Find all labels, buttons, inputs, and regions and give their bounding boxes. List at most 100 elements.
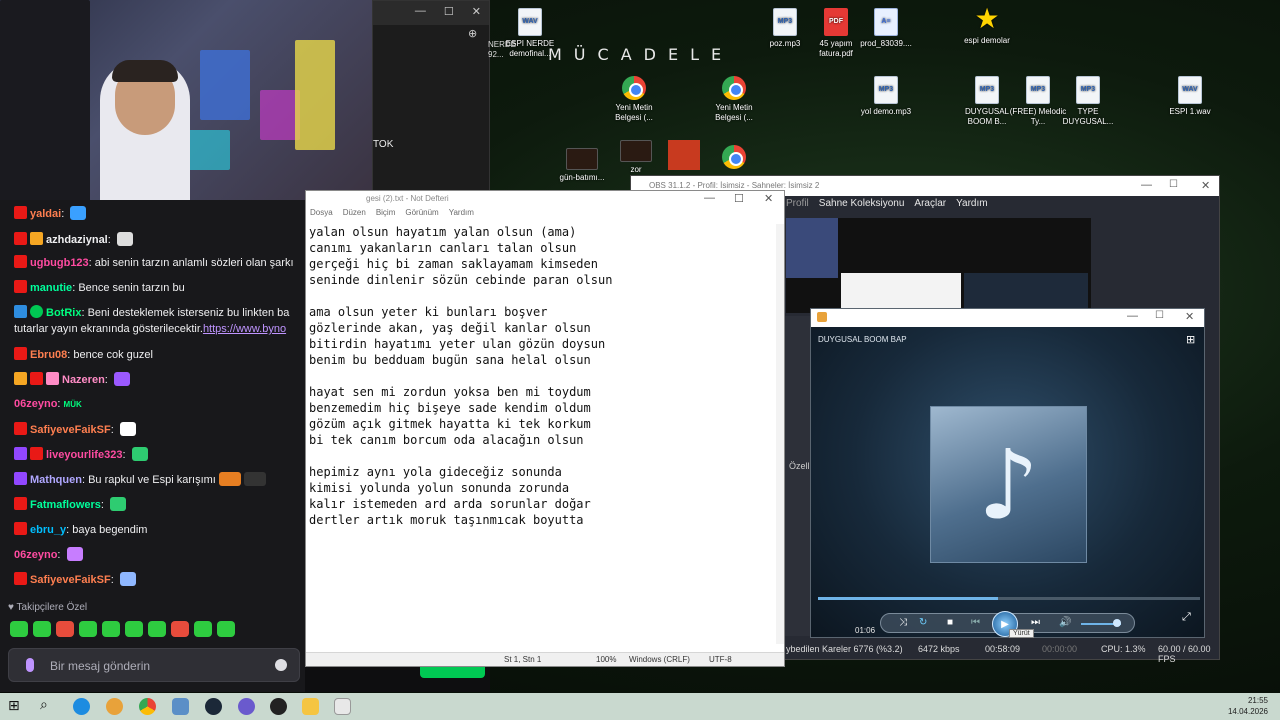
- red-thumbnail-icon[interactable]: [668, 140, 700, 170]
- emote-icon[interactable]: [33, 621, 51, 637]
- desktop-icon-espi-demolar[interactable]: ★ espi demolar: [955, 5, 1019, 46]
- close-icon[interactable]: ✕: [1185, 310, 1194, 323]
- background-window-titlebar: — ☐ ✕: [373, 1, 489, 25]
- emote-icon[interactable]: [171, 621, 189, 637]
- play-tooltip: Yürüt: [1009, 629, 1034, 638]
- notepad-text-area[interactable]: yalan olsun hayatım yalan olsun (ama) ca…: [309, 224, 779, 528]
- previous-icon[interactable]: ⏮: [971, 617, 980, 628]
- subscriber-badge-icon: [14, 206, 27, 219]
- text-line: canımı yakanların canları talan olsun: [309, 241, 577, 255]
- obs-preview[interactable]: [786, 218, 1091, 313]
- close-icon[interactable]: ✕: [764, 192, 773, 205]
- shuffle-icon[interactable]: ⤨: [899, 617, 907, 628]
- obs-taskbar-icon[interactable]: [270, 698, 287, 715]
- emote-icon: [243, 472, 266, 486]
- vertical-scrollbar[interactable]: [776, 224, 784, 644]
- text-line: gerçeği hiç bi zaman saklayamam kimseden: [309, 257, 598, 271]
- desktop-icon-prod[interactable]: A≡ prod_83039....: [854, 8, 918, 49]
- close-icon[interactable]: ✕: [1201, 179, 1210, 192]
- dropped-frames: ybedilen Kareler 6776 (%3.2): [786, 644, 903, 654]
- folder-icon[interactable]: [302, 698, 319, 715]
- minimize-icon[interactable]: —: [704, 192, 715, 204]
- menu-bicim[interactable]: Biçim: [376, 208, 396, 222]
- mp3-file-icon: MP3: [1026, 76, 1050, 104]
- volume-knob[interactable]: [1113, 619, 1121, 627]
- emote-icon[interactable]: [56, 621, 74, 637]
- maximize-icon[interactable]: ☐: [444, 5, 454, 21]
- menu-dosya[interactable]: Dosya: [310, 208, 333, 222]
- desktop-icon-yol-demo[interactable]: MP3 yol demo.mp3: [854, 76, 918, 117]
- chat-input[interactable]: Bir mesaj gönderin: [8, 648, 300, 682]
- menu-gorunum[interactable]: Görünüm: [405, 208, 438, 222]
- menu-sahne-koleksiyonu[interactable]: Sahne Koleksiyonu: [819, 198, 905, 214]
- emote-icon[interactable]: [10, 621, 28, 637]
- clock[interactable]: 21:55 14.04.2026: [1228, 695, 1268, 717]
- maximize-icon[interactable]: ☐: [1155, 310, 1164, 321]
- stop-icon[interactable]: ■: [947, 617, 953, 628]
- steam-icon[interactable]: [205, 698, 222, 715]
- chrome-shortcut[interactable]: [722, 145, 746, 169]
- desktop-icon-label: Yeni Metin Belgesi (...: [715, 103, 753, 122]
- microphone-icon[interactable]: [26, 658, 34, 672]
- notepad-title: gesi (2).txt - Not Defteri: [366, 194, 449, 203]
- volume-icon[interactable]: 🔊: [1059, 617, 1071, 628]
- bot-badge-icon: [14, 305, 27, 318]
- switch-view-icon[interactable]: ⊞: [1186, 333, 1195, 346]
- desktop-icon-type-duygusal[interactable]: MP3 TYPE DUYGUSAL...: [1056, 76, 1120, 127]
- stream-time: 00:58:09: [985, 644, 1021, 654]
- emoji-icon[interactable]: [275, 659, 287, 671]
- menu-araclar[interactable]: Araçlar: [914, 198, 946, 214]
- chrome-icon: [622, 76, 646, 100]
- chrome-icon[interactable]: [139, 698, 156, 715]
- minimize-icon[interactable]: —: [415, 5, 426, 21]
- menu-profil[interactable]: Profil: [786, 198, 809, 214]
- emote-icon: [131, 447, 148, 461]
- minimize-icon[interactable]: —: [1141, 179, 1152, 191]
- maximize-icon[interactable]: ☐: [734, 192, 744, 205]
- gift-badge-icon: [30, 232, 43, 245]
- zoom-icon[interactable]: ⊕: [468, 27, 477, 40]
- emote-icon[interactable]: [148, 621, 166, 637]
- star-icon: ★: [974, 3, 1000, 34]
- emote-bar: [10, 621, 235, 637]
- subscriber-badge-icon: [14, 522, 27, 535]
- subscriber-badge-icon: [14, 232, 27, 245]
- discord-icon[interactable]: [238, 698, 255, 715]
- repeat-icon[interactable]: ↻: [919, 617, 927, 628]
- chat-message: azhdaziynal:: [14, 232, 133, 248]
- gift-badge-icon: [46, 372, 59, 385]
- subscriber-badge-icon: [14, 422, 27, 435]
- emote-icon[interactable]: [194, 621, 212, 637]
- maximize-icon[interactable]: ☐: [1169, 179, 1178, 190]
- menu-yardim[interactable]: Yardım: [449, 208, 474, 222]
- text-line: kalır istemeden ard arda sorunlar doğar: [309, 497, 591, 511]
- desktop-icon-zor[interactable]: zor: [604, 140, 668, 175]
- text-line: [309, 288, 779, 304]
- music-note-icon: ♪: [977, 428, 1040, 541]
- obs-statusbar: ybedilen Kareler 6776 (%3.2) 6472 kbps 0…: [781, 639, 1221, 664]
- search-icon[interactable]: ⌕: [40, 696, 57, 713]
- mp3-file-icon: MP3: [975, 76, 999, 104]
- chat-link[interactable]: https://www.byno: [203, 323, 286, 335]
- close-icon[interactable]: ✕: [472, 5, 481, 21]
- desktop-icon-yeni-metin-1[interactable]: Yeni Metin Belgesi (...: [602, 76, 666, 123]
- emote-icon[interactable]: [79, 621, 97, 637]
- desktop-icon-yeni-metin-2[interactable]: Yeni Metin Belgesi (...: [702, 76, 766, 123]
- emote-icon[interactable]: [125, 621, 143, 637]
- browser-icon[interactable]: [106, 698, 123, 715]
- notepad-taskbar-icon[interactable]: [172, 698, 189, 715]
- fullscreen-icon[interactable]: ⤢: [1182, 611, 1191, 624]
- seek-bar[interactable]: [818, 597, 1200, 600]
- emote-icon[interactable]: [102, 621, 120, 637]
- subscriber-badge-icon: [30, 372, 43, 385]
- windows-start-icon[interactable]: ⊞: [8, 697, 25, 714]
- minimize-icon[interactable]: —: [1127, 310, 1138, 322]
- fps: 60.00 / 60.00 FPS: [1158, 644, 1211, 664]
- emote-icon[interactable]: [217, 621, 235, 637]
- menu-yardim[interactable]: Yardım: [956, 198, 988, 214]
- next-icon[interactable]: ⏭: [1031, 617, 1040, 628]
- desktop-icon-espi-wav[interactable]: WAV ESPI 1.wav: [1158, 76, 1222, 117]
- menu-duzen[interactable]: Düzen: [343, 208, 366, 222]
- media-player-taskbar-icon[interactable]: [334, 698, 351, 715]
- edge-icon[interactable]: [73, 698, 90, 715]
